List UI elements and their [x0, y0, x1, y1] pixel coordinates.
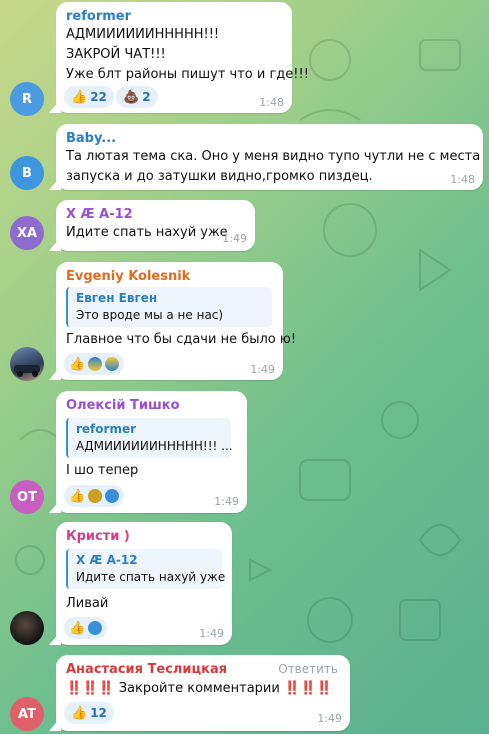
reply-preview[interactable]: reformer АДМИИИИИИННННН!!! ... [66, 418, 233, 458]
message-text: Главное что бы сдачи не было ю! [66, 332, 297, 347]
avatar-photo-icon [14, 365, 40, 377]
message-text: ЗАКРОЙ ЧАТ!!! [66, 47, 166, 62]
reaction-thumbs-up[interactable]: 👍 12 [64, 702, 114, 724]
reaction-count: 12 [90, 706, 107, 720]
reactor-avatar [88, 489, 103, 503]
sender-avatar[interactable]: AT [10, 697, 44, 731]
message-bubble[interactable]: Анастасия Теслицкая Ответить ‼️‼️‼️ Закр… [56, 655, 350, 731]
message-time: 1:49 [250, 363, 275, 376]
message-text: АДМИИИИИИННННН!!! [66, 27, 220, 42]
message-bubble[interactable]: Олексій Тишко reformer АДМИИИИИИННННН!!!… [56, 391, 247, 513]
sender-avatar[interactable] [10, 611, 44, 645]
message-text: Та лютая тема ска. Оно у меня видно тупо… [66, 149, 481, 164]
poo-icon: 💩 [123, 89, 140, 105]
thumbs-up-icon: 👍 [69, 356, 86, 372]
reply-preview[interactable]: Х Æ А-12 Идите спать нахуй уже [66, 549, 226, 589]
reply-text: Идите спать нахуй уже [76, 570, 226, 584]
message-time: 1:49 [317, 712, 342, 725]
sender-name[interactable]: reformer [66, 9, 131, 24]
reply-text: АДМИИИИИИННННН!!! ... [76, 439, 233, 453]
thumbs-up-icon: 👍 [71, 705, 88, 721]
sender-avatar[interactable]: B [10, 156, 44, 190]
sender-avatar[interactable] [10, 347, 44, 381]
message-time: 1:49 [222, 232, 247, 245]
message-time: 1:48 [450, 173, 475, 186]
message-text: Идите спать нахуй уже [66, 225, 228, 240]
reply-author: Евген Евген [76, 291, 158, 305]
reply-preview[interactable]: Евген Евген Это вроде мы а не нас) [66, 287, 272, 327]
sender-avatar[interactable]: R [10, 82, 44, 116]
reaction-thumbs-up[interactable]: 👍 [64, 353, 125, 375]
message-time: 1:48 [259, 96, 284, 109]
reaction-thumbs-up[interactable]: 👍 [64, 485, 125, 507]
exclamation-icon: ‼️‼️‼️ [283, 681, 333, 696]
message-time: 1:49 [214, 495, 239, 508]
message-text: Уже блт районы пишут что и где!!! [66, 67, 309, 82]
thumbs-up-icon: 👍 [71, 89, 88, 105]
message-text: І шо тепер [66, 463, 139, 478]
reactor-avatar [88, 357, 103, 371]
exclamation-icon: ‼️‼️‼️ [66, 681, 115, 696]
sender-name[interactable]: Baby... [66, 131, 116, 146]
reaction-count: 2 [142, 90, 151, 104]
message-bubble[interactable]: Baby... Та лютая тема ска. Оно у меня ви… [56, 124, 483, 190]
reaction-thumbs-up[interactable]: 👍 22 [64, 86, 114, 108]
sender-name[interactable]: Х Æ А-12 [66, 207, 133, 222]
message-time: 1:49 [199, 627, 224, 640]
message-text: Ливай [66, 596, 109, 611]
message-bubble[interactable]: Х Æ А-12 Идите спать нахуй уже 1:49 [56, 200, 255, 251]
reaction-thumbs-up[interactable]: 👍 [64, 617, 108, 639]
reactor-avatar [105, 489, 120, 503]
sender-avatar[interactable]: OT [10, 480, 44, 514]
reactor-avatar [105, 357, 120, 371]
reactor-avatar [88, 621, 103, 635]
reaction-count: 22 [90, 90, 107, 104]
message-bubble[interactable]: reformer АДМИИИИИИННННН!!! ЗАКРОЙ ЧАТ!!!… [56, 2, 309, 113]
reply-author: reformer [76, 422, 136, 436]
message-bubble[interactable]: Evgeniy Kolesnik Евген Евген Это вроде м… [56, 262, 296, 380]
thumbs-up-icon: 👍 [69, 488, 86, 504]
reply-text: Это вроде мы а не нас) [76, 308, 224, 322]
sender-name[interactable]: Анастасия Теслицкая [66, 662, 227, 677]
sender-name[interactable]: Кристи ) [66, 529, 130, 544]
reaction-poo[interactable]: 💩 2 [116, 86, 158, 108]
sender-name[interactable]: Олексій Тишко [66, 398, 180, 413]
reply-button[interactable]: Ответить [278, 662, 338, 676]
message-text: запуска и до затушки видно,громко пиздец… [66, 169, 373, 184]
sender-avatar[interactable]: ХА [10, 216, 44, 250]
sender-name[interactable]: Evgeniy Kolesnik [66, 269, 190, 284]
message-text: ‼️‼️‼️ Закройте комментарии ‼️‼️‼️ [66, 679, 333, 699]
thumbs-up-icon: 👍 [69, 620, 86, 636]
reply-author: Х Æ А-12 [76, 553, 138, 567]
message-text-main: Закройте комментарии [118, 681, 280, 696]
message-bubble[interactable]: Кристи ) Х Æ А-12 Идите спать нахуй уже … [56, 522, 232, 645]
